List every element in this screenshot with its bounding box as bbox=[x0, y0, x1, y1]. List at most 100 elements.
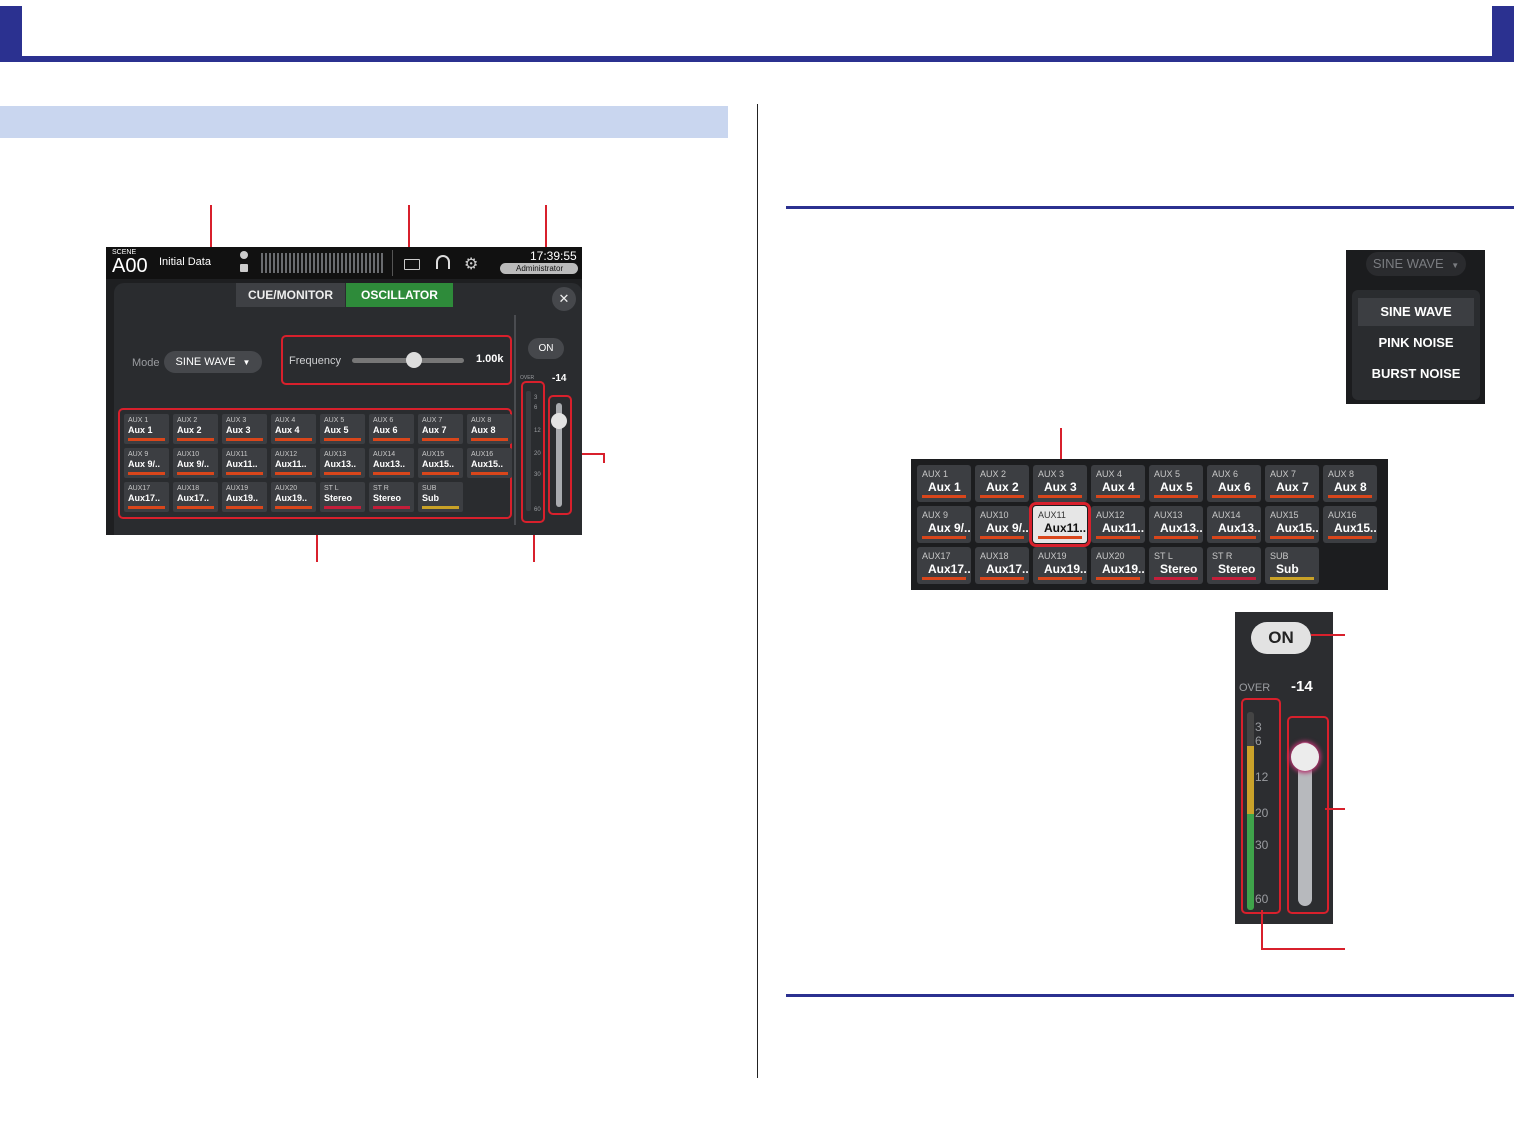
bus-button[interactable]: AUX16 Aux15.. bbox=[1323, 506, 1377, 543]
bus-button[interactable]: AUX18 Aux17.. bbox=[173, 482, 218, 512]
bus-button[interactable]: AUX20 Aux19.. bbox=[1091, 547, 1145, 584]
user-badge[interactable]: Administrator bbox=[500, 263, 578, 274]
bus-button[interactable]: AUX 5 Aux 5 bbox=[1149, 465, 1203, 502]
bus-button[interactable]: AUX 4 Aux 4 bbox=[1091, 465, 1145, 502]
bus-color-bar bbox=[275, 472, 312, 475]
bus-button[interactable]: AUX 8 Aux 8 bbox=[467, 414, 512, 444]
scene-number[interactable]: A00 bbox=[112, 255, 148, 278]
meter-tick-label: 30 bbox=[534, 472, 541, 478]
on-button-large[interactable]: ON bbox=[1251, 622, 1311, 654]
bus-button[interactable]: AUX 3 Aux 3 bbox=[222, 414, 267, 444]
callout-meter-large-v bbox=[1261, 910, 1263, 948]
bus-button[interactable]: AUX 1 Aux 1 bbox=[124, 414, 169, 444]
bus-name: Stereo bbox=[324, 493, 353, 503]
bus-button[interactable]: AUX 6 Aux 6 bbox=[1207, 465, 1261, 502]
headphones-icon[interactable] bbox=[436, 255, 450, 269]
bus-button[interactable]: AUX 4 Aux 4 bbox=[271, 414, 316, 444]
bus-button[interactable]: AUX 7 Aux 7 bbox=[418, 414, 463, 444]
bus-button[interactable]: AUX17 Aux17.. bbox=[124, 482, 169, 512]
bus-id: ST R bbox=[373, 485, 389, 492]
meter-tick-label: 6 bbox=[1255, 734, 1262, 748]
bus-color-bar bbox=[1212, 577, 1256, 580]
bus-name: Aux 2 bbox=[986, 480, 1019, 494]
level-value-large: -14 bbox=[1291, 678, 1313, 695]
bus-button[interactable]: AUX 7 Aux 7 bbox=[1265, 465, 1319, 502]
bus-button[interactable]: AUX11 Aux11.. bbox=[222, 448, 267, 478]
bus-button[interactable]: AUX 8 Aux 8 bbox=[1323, 465, 1377, 502]
bus-button[interactable]: SUB Sub bbox=[418, 482, 463, 512]
meter-tick-label: 30 bbox=[1255, 838, 1269, 852]
bus-button[interactable]: AUX 3 Aux 3 bbox=[1033, 465, 1087, 502]
bus-button[interactable]: ST L Stereo bbox=[1149, 547, 1203, 584]
info-icon[interactable] bbox=[240, 251, 248, 259]
bus-id: ST L bbox=[324, 485, 339, 492]
bus-button[interactable]: AUX19 Aux19.. bbox=[1033, 547, 1087, 584]
bus-name: Aux13.. bbox=[324, 459, 357, 469]
bus-button[interactable]: AUX16 Aux15.. bbox=[467, 448, 512, 478]
lock-icon[interactable] bbox=[240, 264, 248, 272]
bus-id: AUX 5 bbox=[324, 417, 345, 424]
mode-menu-select[interactable]: SINE WAVE ▼ bbox=[1366, 252, 1466, 276]
bus-id: AUX 9 bbox=[128, 451, 149, 458]
mode-select[interactable]: SINE WAVE ▼ bbox=[164, 351, 262, 373]
bus-button[interactable]: AUX18 Aux17.. bbox=[975, 547, 1029, 584]
bus-button[interactable]: AUX 1 Aux 1 bbox=[917, 465, 971, 502]
bus-name: Aux17.. bbox=[986, 562, 1029, 576]
mode-option-burst[interactable]: BURST NOISE bbox=[1358, 360, 1474, 388]
bus-button[interactable]: AUX15 Aux15.. bbox=[418, 448, 463, 478]
bus-button[interactable]: ST R Stereo bbox=[369, 482, 414, 512]
bus-id: AUX14 bbox=[1212, 510, 1241, 520]
fader-knob[interactable] bbox=[551, 413, 567, 429]
column-divider bbox=[757, 104, 758, 1078]
bus-button[interactable]: AUX 2 Aux 2 bbox=[173, 414, 218, 444]
bus-button[interactable]: AUX10 Aux 9/.. bbox=[975, 506, 1029, 543]
bus-button[interactable]: AUX15 Aux15.. bbox=[1265, 506, 1319, 543]
bus-name: Aux 1 bbox=[128, 425, 153, 435]
bus-button[interactable]: AUX12 Aux11.. bbox=[271, 448, 316, 478]
bus-id: AUX20 bbox=[1096, 551, 1125, 561]
meter-icon[interactable] bbox=[404, 259, 420, 270]
bus-button[interactable]: AUX13 Aux13.. bbox=[1149, 506, 1203, 543]
bus-button[interactable]: AUX17 Aux17.. bbox=[917, 547, 971, 584]
user-name: Administrator bbox=[516, 264, 564, 273]
bus-button[interactable]: ST L Stereo bbox=[320, 482, 365, 512]
bus-color-bar bbox=[128, 472, 165, 475]
bus-name: Aux 5 bbox=[324, 425, 349, 435]
bus-button[interactable]: SUB Sub bbox=[1265, 547, 1319, 584]
bus-name: Aux 6 bbox=[1218, 480, 1251, 494]
bus-button[interactable]: AUX11 Aux11.. bbox=[1029, 502, 1091, 547]
chevron-down-icon: ▼ bbox=[242, 358, 251, 367]
fader-knob-large[interactable] bbox=[1291, 743, 1319, 771]
on-button[interactable]: ON bbox=[528, 338, 564, 359]
bus-button[interactable]: AUX 2 Aux 2 bbox=[975, 465, 1029, 502]
bus-button[interactable]: AUX12 Aux11.. bbox=[1091, 506, 1145, 543]
bus-button[interactable]: AUX19 Aux19.. bbox=[222, 482, 267, 512]
mode-option-pink[interactable]: PINK NOISE bbox=[1358, 329, 1474, 357]
frequency-slider-knob[interactable] bbox=[406, 352, 422, 368]
mode-option-sine[interactable]: SINE WAVE bbox=[1358, 298, 1474, 326]
bus-id: AUX 9 bbox=[922, 510, 949, 520]
bus-button[interactable]: AUX14 Aux13.. bbox=[1207, 506, 1261, 543]
bus-button[interactable]: AUX 9 Aux 9/.. bbox=[917, 506, 971, 543]
bus-color-bar bbox=[177, 438, 214, 441]
bus-button[interactable]: AUX 5 Aux 5 bbox=[320, 414, 365, 444]
bus-button[interactable]: AUX20 Aux19.. bbox=[271, 482, 316, 512]
scene-name[interactable]: Initial Data bbox=[159, 256, 211, 268]
close-icon[interactable]: ✕ bbox=[552, 287, 576, 311]
bus-button[interactable]: AUX 9 Aux 9/.. bbox=[124, 448, 169, 478]
callout-fader-v bbox=[603, 453, 605, 463]
bus-id: AUX19 bbox=[226, 485, 249, 492]
header-top bbox=[0, 0, 1514, 6]
tab-cue-monitor[interactable]: CUE/MONITOR bbox=[236, 283, 345, 307]
tab-oscillator[interactable]: OSCILLATOR bbox=[346, 283, 453, 307]
bus-color-bar bbox=[1270, 536, 1314, 539]
callout-meter-large-h bbox=[1261, 948, 1345, 950]
subsection-rule-top bbox=[786, 206, 1514, 209]
gear-icon[interactable]: ⚙ bbox=[464, 254, 478, 274]
bus-color-bar bbox=[980, 536, 1024, 539]
bus-button[interactable]: ST R Stereo bbox=[1207, 547, 1261, 584]
bus-button[interactable]: AUX13 Aux13.. bbox=[320, 448, 365, 478]
bus-button[interactable]: AUX10 Aux 9/.. bbox=[173, 448, 218, 478]
bus-button[interactable]: AUX14 Aux13.. bbox=[369, 448, 414, 478]
bus-button[interactable]: AUX 6 Aux 6 bbox=[369, 414, 414, 444]
